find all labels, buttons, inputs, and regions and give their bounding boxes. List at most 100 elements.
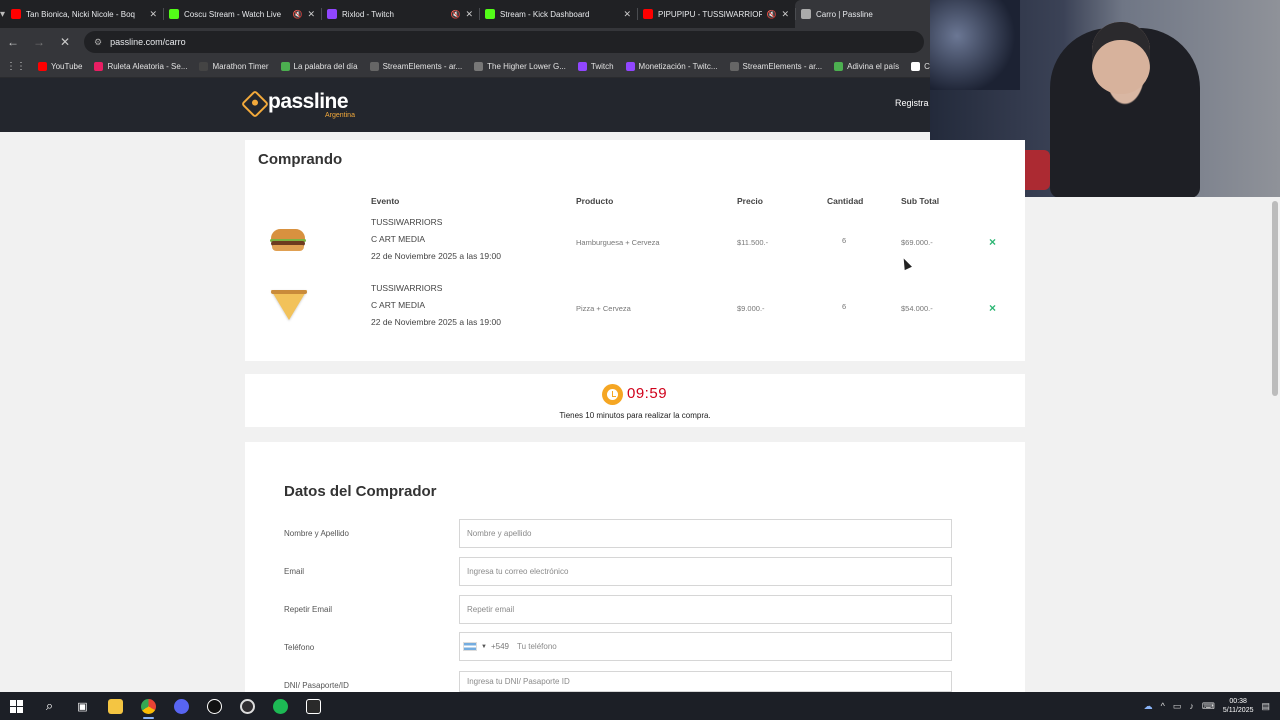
task-view-icon: ▣ xyxy=(77,700,88,713)
site-info-icon[interactable]: ⚙ xyxy=(94,37,102,48)
stop-loading-icon[interactable]: ✕ xyxy=(58,35,72,49)
bookmark-list: YouTube Ruleta Aleatoria - Se... Marathon … xyxy=(38,62,939,71)
system-clock[interactable]: 00:38 5/11/2025 xyxy=(1223,697,1254,715)
discord-icon xyxy=(174,698,189,714)
timer-note: Tienes 10 minutos para realizar la compr… xyxy=(559,411,711,420)
bookmarks-bar: ⋮⋮ YouTube Ruleta Aleatoria - Se... Marath… xyxy=(0,56,939,78)
event-name: TUSSIWARRIORS xyxy=(371,283,443,293)
bookmark-item[interactable]: Monetización - Twitc... xyxy=(625,62,718,71)
passline-logo[interactable]: passline Argentina xyxy=(240,89,355,119)
tab-close-icon[interactable]: ✕ xyxy=(465,9,473,20)
column-product: Producto xyxy=(576,196,614,206)
taskbar-obs[interactable] xyxy=(231,692,264,720)
windows-icon xyxy=(10,699,23,713)
tab-favicon-icon xyxy=(11,9,22,19)
bookmark-item[interactable]: StreamElements - ar... xyxy=(729,62,822,71)
browser-tab[interactable]: Rixlod - Twitch 🔇 ✕ xyxy=(321,0,479,28)
browser-tab[interactable]: Stream - Kick Dashboard ✕ xyxy=(479,0,637,28)
bookmark-favicon-icon xyxy=(199,62,209,71)
taskbar-spotify[interactable] xyxy=(264,692,297,720)
tab-muted-icon[interactable]: 🔇 xyxy=(767,10,777,19)
notifications-icon[interactable]: ▤ xyxy=(1261,701,1270,712)
browser-toolbar: ← → ✕ ⚙ passline.com/carro xyxy=(0,28,930,56)
taskbar-epic[interactable] xyxy=(297,692,330,720)
tab-title: Coscu Stream - Watch Live xyxy=(184,9,282,19)
email-field[interactable] xyxy=(459,557,952,586)
repeat-email-field[interactable] xyxy=(459,595,952,624)
bookmark-item[interactable]: Marathon Timer xyxy=(199,62,269,71)
tab-title: Carro | Passline xyxy=(816,9,873,19)
bookmark-item[interactable]: Twitch xyxy=(577,62,614,71)
cart-row-price: $11.500.- xyxy=(737,238,769,247)
tab-favicon-icon xyxy=(169,9,180,19)
column-event: Evento xyxy=(371,196,400,206)
bookmark-item[interactable]: The Higher Lower G... xyxy=(474,62,566,71)
tab-close-icon[interactable]: ✕ xyxy=(623,9,631,20)
argentina-flag-icon[interactable] xyxy=(463,642,477,651)
bookmark-item[interactable]: YouTube xyxy=(38,62,82,71)
bookmark-item[interactable]: StreamElements - ar... xyxy=(369,62,462,71)
tab-muted-icon[interactable]: 🔇 xyxy=(451,10,461,19)
back-icon[interactable]: ← xyxy=(6,35,20,49)
folder-icon xyxy=(108,698,123,714)
page-scrollbar[interactable] xyxy=(1270,197,1280,692)
bookmark-item[interactable]: La palabra del día xyxy=(280,62,358,71)
bookmark-label: YouTube xyxy=(51,62,83,71)
bookmark-item[interactable]: Adivina el país xyxy=(834,62,899,71)
bookmark-item[interactable]: Ruleta Aleatoria - Se... xyxy=(94,62,187,71)
address-bar[interactable]: ⚙ passline.com/carro xyxy=(84,31,924,53)
tab-title: PIPUPIPU - TUSSIWARRIORS xyxy=(658,9,762,19)
language-icon[interactable]: ⌨ xyxy=(1202,701,1215,712)
apps-grid-icon[interactable]: ⋮⋮ xyxy=(6,61,26,72)
search-icon: ⌕ xyxy=(45,698,54,713)
name-field[interactable] xyxy=(459,519,952,548)
register-link[interactable]: Registra xyxy=(895,98,929,108)
taskbar-chrome[interactable] xyxy=(132,692,165,720)
buyer-form-title: Datos del Comprador xyxy=(284,483,437,500)
dni-field[interactable] xyxy=(459,671,952,692)
tab-close-icon[interactable]: ✕ xyxy=(307,9,315,20)
event-name: TUSSIWARRIORS xyxy=(371,217,443,227)
tray-overflow-icon[interactable]: ^ xyxy=(1161,701,1165,711)
task-view-button[interactable]: ▣ xyxy=(66,692,99,720)
dial-code: +549 xyxy=(490,642,509,651)
browser-tab[interactable]: Coscu Stream - Watch Live 🔇 ✕ xyxy=(163,0,321,28)
streamer-head xyxy=(1092,22,1150,94)
tab-favicon-icon xyxy=(643,9,654,19)
obs-icon xyxy=(240,698,255,714)
country-dropdown-icon[interactable]: ▼ xyxy=(481,644,487,650)
start-button[interactable] xyxy=(0,692,33,720)
repeat-email-label: Repetir Email xyxy=(284,605,333,614)
taskbar-discord[interactable] xyxy=(165,692,198,720)
browser-tab[interactable]: PIPUPIPU - TUSSIWARRIORS 🔇 ✕ xyxy=(637,0,795,28)
tab-muted-icon[interactable]: 🔇 xyxy=(293,10,303,19)
bookmark-label: Twitch xyxy=(590,62,614,71)
cart-row-product: Hamburguesa + Cerveza xyxy=(576,238,660,247)
phone-field[interactable] xyxy=(512,642,893,651)
scrollbar-thumb[interactable] xyxy=(1272,201,1278,396)
tab-favicon-icon xyxy=(801,9,812,19)
volume-icon[interactable]: ♪ xyxy=(1189,701,1194,711)
bookmark-favicon-icon xyxy=(625,62,635,71)
event-date: 22 de Noviembre 2025 a las 19:00 xyxy=(371,251,501,261)
remove-item-icon[interactable]: × xyxy=(989,235,996,249)
tab-favicon-icon xyxy=(327,9,338,19)
tab-close-icon[interactable]: ✕ xyxy=(149,9,157,20)
browser-tab[interactable]: Tan Bionica, Nicki Nicole - Boq ✕ xyxy=(5,0,163,28)
taskbar-app[interactable] xyxy=(198,692,231,720)
email-label: Email xyxy=(284,567,305,576)
tab-title: Stream - Kick Dashboard xyxy=(500,9,590,19)
search-button[interactable]: ⌕ xyxy=(33,692,66,720)
network-icon[interactable]: ▭ xyxy=(1173,701,1182,712)
weather-icon[interactable]: ☁ xyxy=(1144,701,1153,712)
taskbar-file-explorer[interactable] xyxy=(99,692,132,720)
taskbar: ⌕ ▣ ☁ ^ ▭ ♪ ⌨ 00:38 5/11/2025 ▤ xyxy=(0,692,1280,720)
cart-row-event: TUSSIWARRIORS C ART MEDIA 22 de Noviembr… xyxy=(371,214,501,265)
cart-row-subtotal: $69.000.- xyxy=(901,238,933,247)
event-venue: C ART MEDIA xyxy=(371,234,426,244)
remove-item-icon[interactable]: × xyxy=(989,301,996,315)
tab-close-icon[interactable]: ✕ xyxy=(781,9,789,20)
phone-label: Teléfono xyxy=(284,643,315,652)
forward-icon[interactable]: → xyxy=(32,35,46,49)
bookmark-label: Ruleta Aleatoria - Se... xyxy=(107,62,188,71)
